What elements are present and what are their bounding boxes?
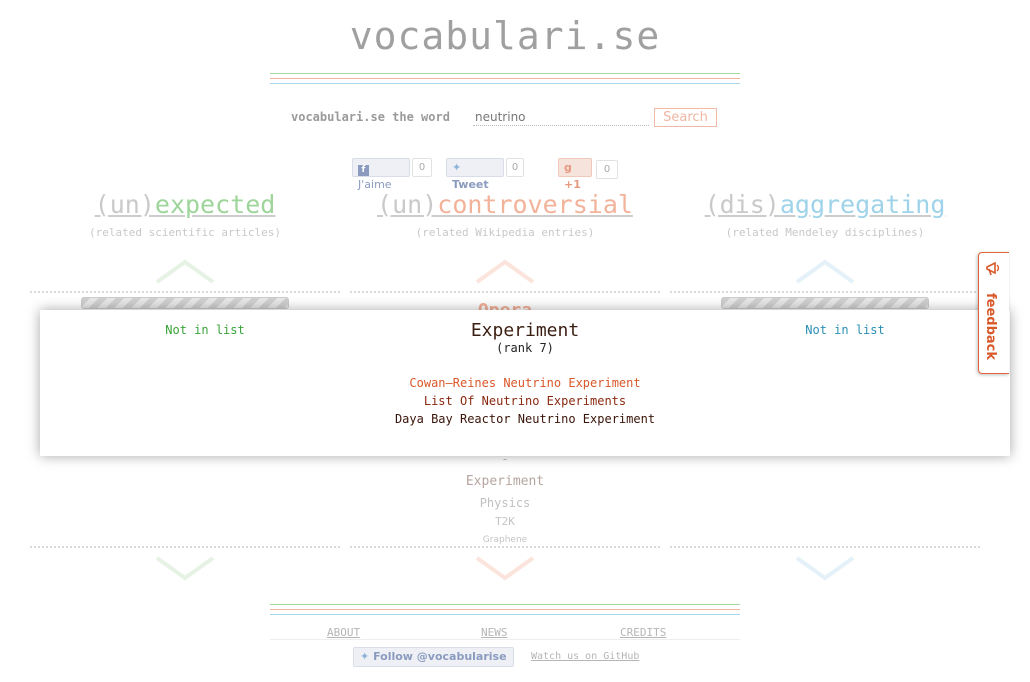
aggregating-word: aggregating	[779, 190, 946, 219]
plusone-count: 0	[596, 160, 618, 179]
like-button[interactable]: f J'aime	[352, 158, 410, 191]
scroll-down-controversial-icon[interactable]	[475, 552, 535, 582]
feedback-label: feedback	[983, 293, 998, 361]
github-link[interactable]: Watch us on GitHub	[531, 651, 639, 662]
column-header-expected[interactable]: (un)expected	[20, 190, 350, 219]
search-label: vocabulari.se the word	[291, 110, 450, 124]
separator-top-left	[30, 291, 340, 293]
scroll-down-expected-icon[interactable]	[155, 552, 215, 582]
footer-rule-green	[270, 604, 740, 605]
separator-bottom-middle	[350, 546, 660, 548]
search-button[interactable]: Search	[654, 108, 717, 127]
list-item[interactable]: T2K	[350, 515, 660, 528]
plusone-button[interactable]: g +1	[558, 158, 592, 191]
controversial-subtitle: (related Wikipedia entries)	[415, 226, 595, 239]
overlay-right-status: Not in list	[805, 323, 885, 337]
credits-link[interactable]: CREDITS	[620, 626, 666, 639]
aggregating-prefix: (dis)	[704, 190, 780, 219]
search-input[interactable]	[473, 108, 649, 126]
column-header-controversial[interactable]: (un)controversial	[340, 190, 670, 219]
overlay-entry[interactable]: List Of Neutrino Experiments	[290, 394, 760, 408]
loading-bar-aggregating	[721, 297, 929, 309]
overlay-entry[interactable]: Cowan–Reines Neutrino Experiment	[290, 376, 760, 390]
site-title: vocabulari.se	[349, 14, 661, 58]
header-rule-blue	[270, 83, 740, 84]
overlay-title: Experiment	[470, 320, 580, 341]
separator-bottom-right	[670, 546, 980, 548]
header-rule-green	[270, 73, 740, 74]
about-link[interactable]: ABOUT	[327, 626, 360, 639]
scroll-down-aggregating-icon[interactable]	[795, 552, 855, 582]
facebook-icon: f	[358, 165, 369, 176]
scroll-up-expected-icon[interactable]	[155, 258, 215, 288]
footer-rule-orange	[270, 609, 740, 610]
tweet-count: 0	[506, 158, 524, 177]
header-rule-orange	[270, 78, 740, 79]
news-link[interactable]: NEWS	[481, 626, 508, 639]
megaphone-icon	[986, 261, 1000, 276]
follow-label: Follow @vocabularise	[373, 650, 507, 663]
expected-prefix: (un)	[94, 190, 155, 219]
separator-top-right	[670, 291, 980, 293]
list-item[interactable]: Graphene	[350, 535, 660, 545]
twitter-follow-button[interactable]: ✦ Follow @vocabularise	[353, 647, 514, 667]
separator-bottom-left	[30, 546, 340, 548]
google-plus-icon: g	[564, 161, 572, 174]
separator-top-middle	[350, 291, 660, 293]
like-count: 0	[412, 158, 432, 177]
column-header-aggregating[interactable]: (dis)aggregating	[660, 190, 990, 219]
overlay-rank: (rank 7)	[496, 341, 554, 355]
detail-overlay[interactable]: Not in list Experiment (rank 7) Not in l…	[40, 310, 1010, 456]
loading-bar-expected	[81, 297, 289, 309]
social-bar: f J'aime 0 ✦ Tweet 0 g +1 0	[352, 158, 622, 191]
footer-rule-grey	[270, 639, 740, 640]
list-item[interactable]: Physics	[350, 496, 660, 510]
footer-rule-blue	[270, 614, 740, 615]
aggregating-subtitle: (related Mendeley disciplines)	[725, 226, 925, 239]
controversial-word: controversial	[437, 190, 633, 219]
list-item[interactable]: Experiment	[350, 474, 660, 489]
scroll-up-aggregating-icon[interactable]	[795, 258, 855, 288]
twitter-icon: ✦	[452, 161, 462, 174]
overlay-left-status: Not in list	[165, 323, 245, 337]
overlay-entry[interactable]: Daya Bay Reactor Neutrino Experiment	[290, 412, 760, 426]
controversial-prefix: (un)	[377, 190, 438, 219]
tweet-button[interactable]: ✦ Tweet	[446, 158, 504, 191]
expected-subtitle: (related scientific articles)	[88, 226, 282, 239]
scroll-up-controversial-icon[interactable]	[475, 258, 535, 288]
twitter-icon: ✦	[360, 650, 370, 663]
expected-word: expected	[154, 190, 276, 219]
feedback-tab[interactable]: feedback	[978, 252, 1009, 374]
